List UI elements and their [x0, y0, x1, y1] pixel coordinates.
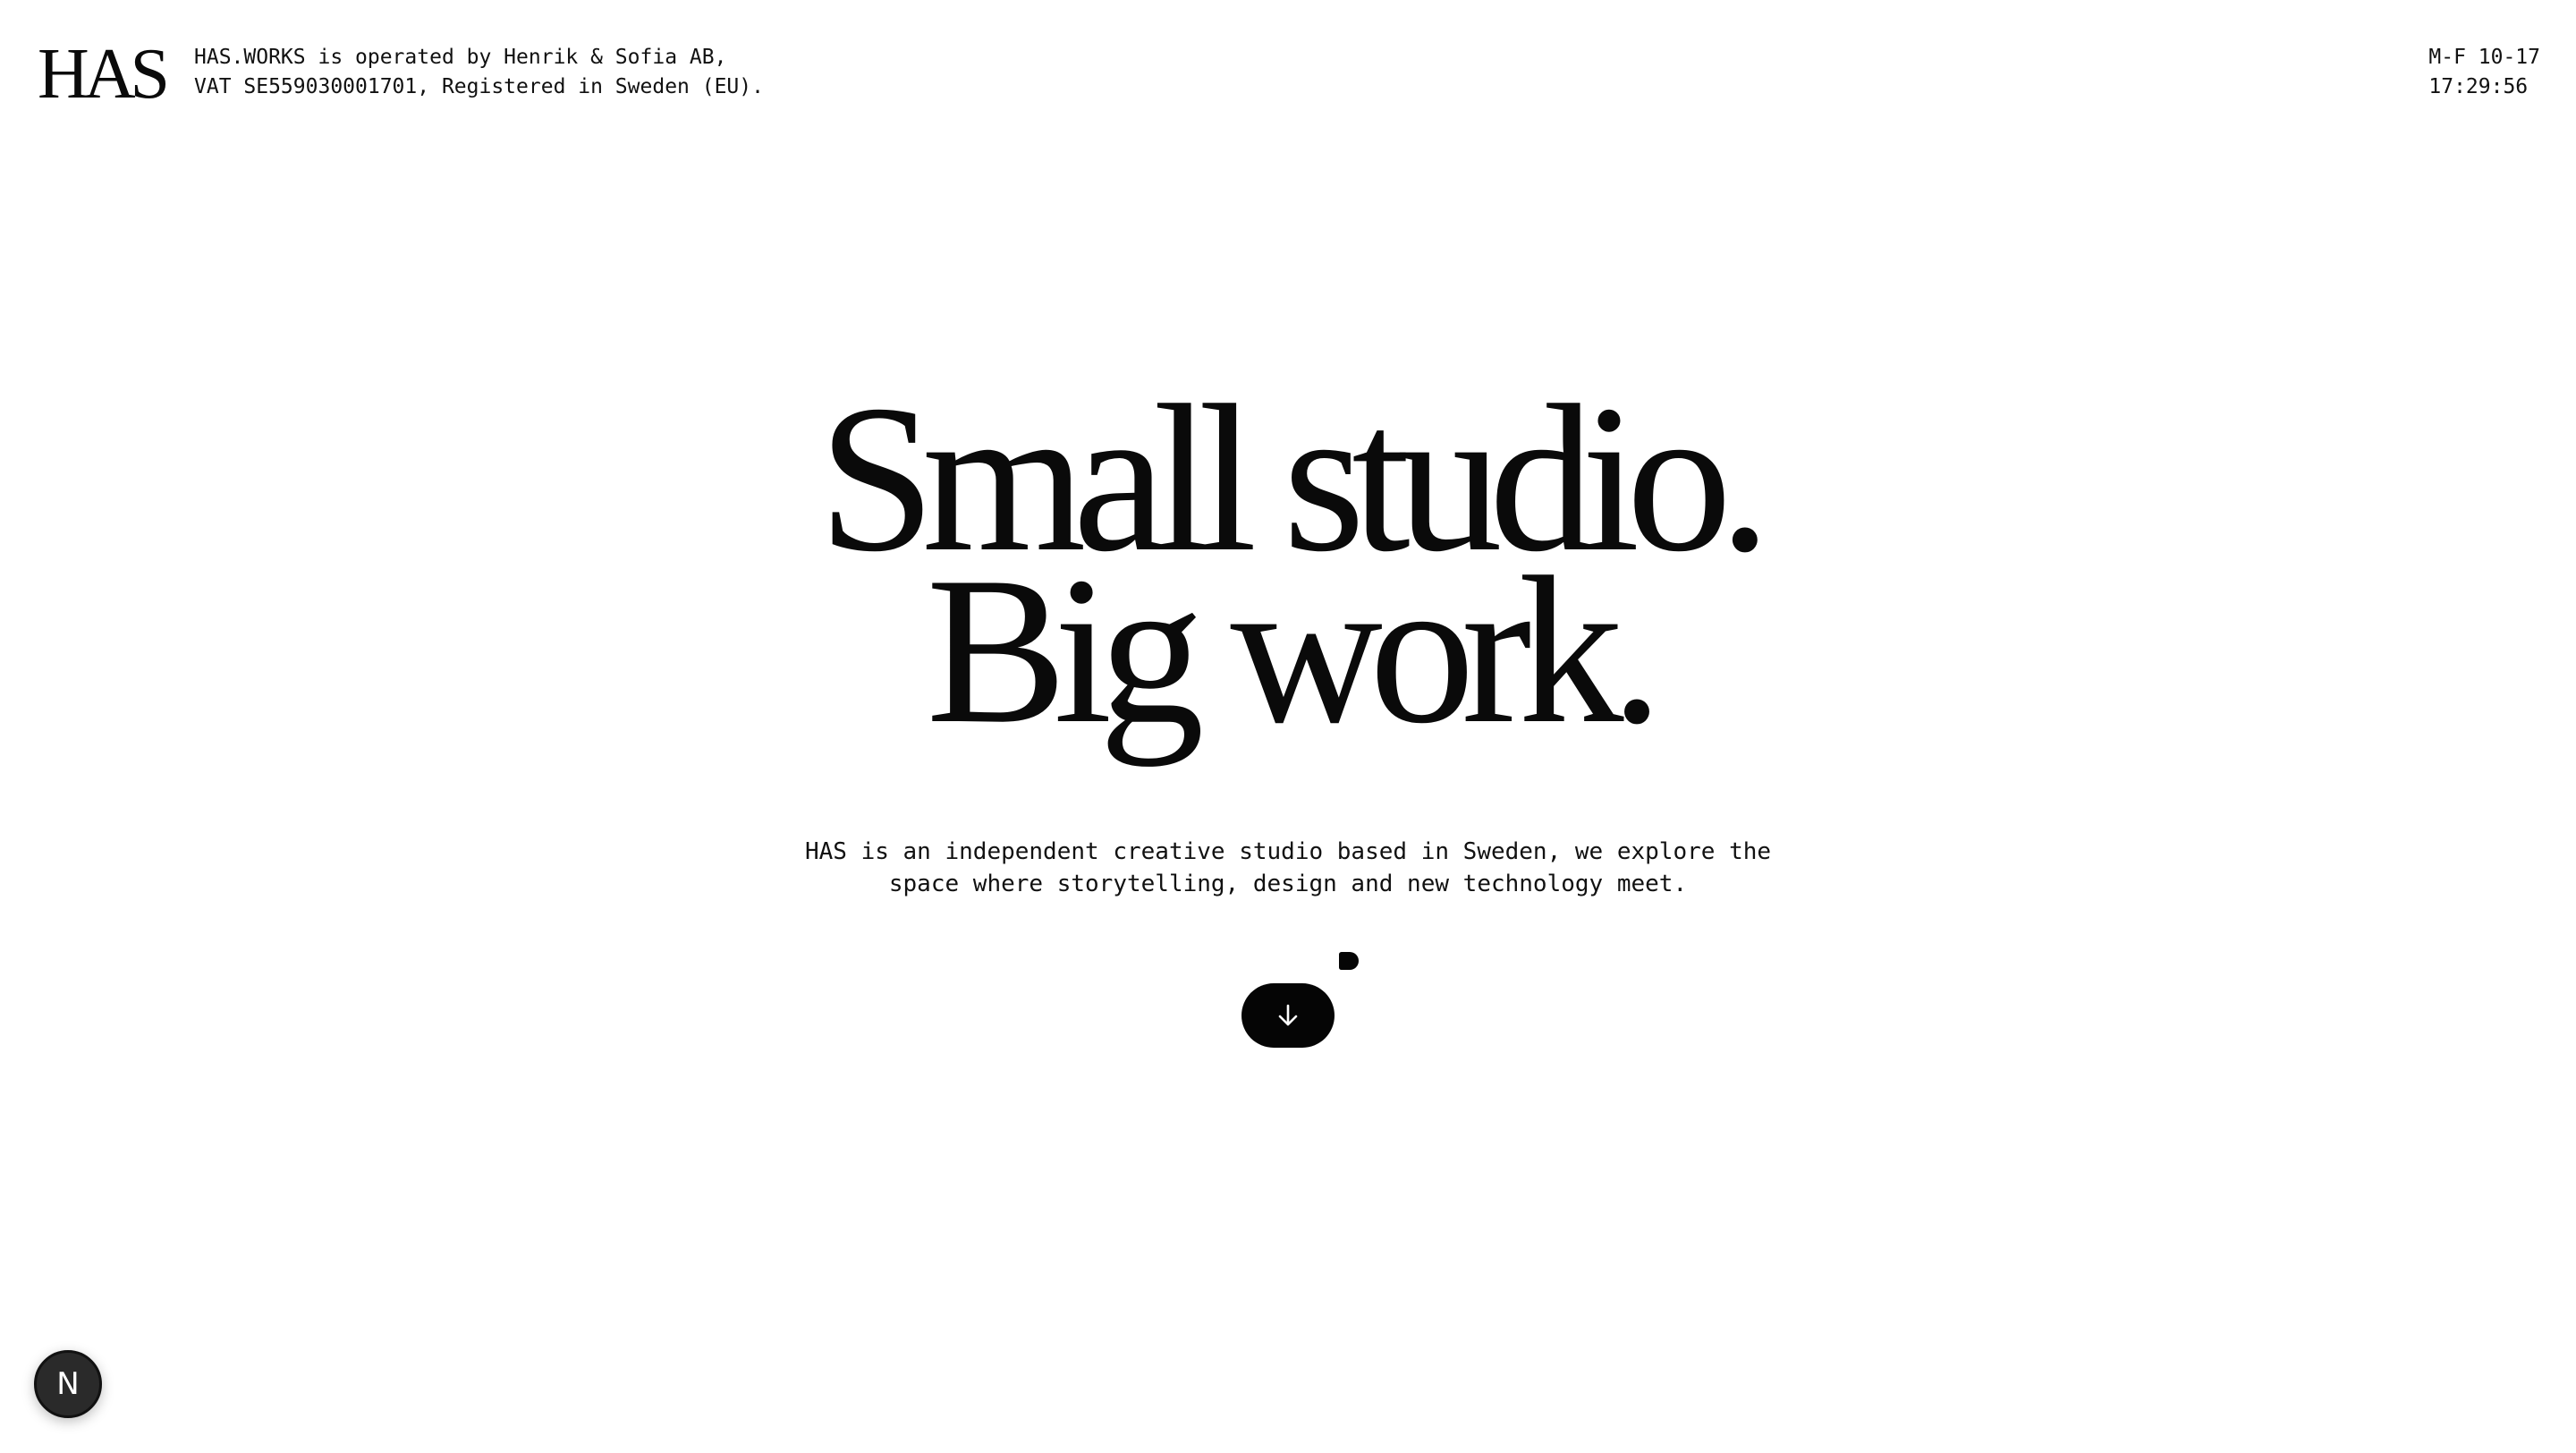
intro-line-2: space where storytelling, design and new… [888, 871, 1688, 897]
hero-headline: Small studio. Big work. [0, 374, 2576, 768]
intro-line-1: HAS is an independent creative studio ba… [804, 838, 1772, 865]
opening-hours: M-F 10-17 [2428, 46, 2540, 69]
opening-hours-block: M-F 10-17 17:29:56 [2428, 43, 2540, 102]
hero-intro: HAS is an independent creative studio ba… [0, 836, 2576, 900]
arrow-down-icon [1278, 1004, 1298, 1026]
nextjs-dev-indicator[interactable]: N [34, 1350, 102, 1418]
legal-line-vat: VAT SE559030001701, Registered in Sweden… [194, 75, 764, 98]
company-legal-info: HAS.WORKS is operated by Henrik & Sofia … [194, 43, 764, 102]
legal-line-operator: HAS.WORKS is operated by Henrik & Sofia … [194, 46, 727, 69]
page: HAS HAS.WORKS is operated by Henrik & So… [0, 0, 2576, 1453]
local-clock: 17:29:56 [2428, 75, 2529, 98]
nextjs-icon: N [56, 1366, 80, 1402]
headline-line-2: Big work. [926, 534, 1664, 768]
custom-cursor [1339, 952, 1359, 970]
site-logo[interactable]: HAS [38, 36, 170, 113]
scroll-down-button[interactable] [1241, 983, 1335, 1048]
